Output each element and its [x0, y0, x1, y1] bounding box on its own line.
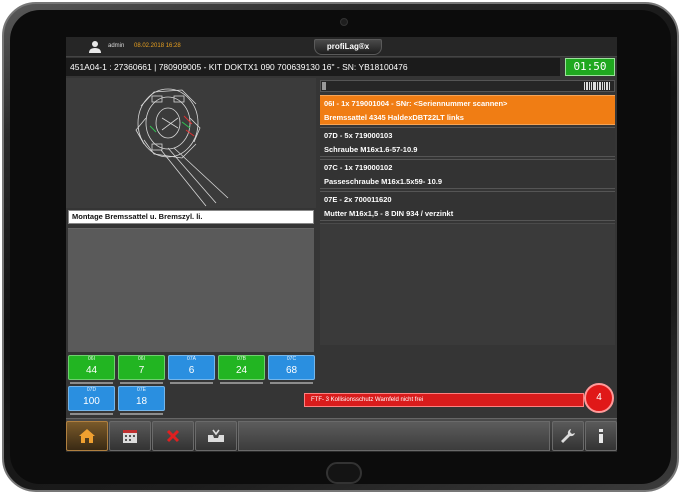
assembly-drawing	[66, 78, 316, 208]
tile-label: 07D	[86, 387, 97, 393]
counter-tile[interactable]: 07C 68	[268, 355, 315, 380]
cancel-icon	[166, 429, 180, 443]
info-button[interactable]	[585, 421, 617, 451]
tile-value: 44	[85, 365, 98, 376]
tile-label: 07C	[286, 356, 297, 362]
step-caption: Montage Bremssattel u. Bremszyl. li.	[68, 210, 314, 224]
user-name: admin	[108, 43, 125, 49]
camera-icon	[340, 18, 348, 26]
user-icon	[89, 41, 101, 53]
counter-tile[interactable]: 07E 18	[118, 386, 165, 411]
title-bar: admin 08.02.2018 16:28 profiLag®x	[66, 37, 617, 57]
counter-tile[interactable]: 07A 6	[168, 355, 215, 380]
tile-progress	[170, 382, 213, 384]
tile-progress	[220, 382, 263, 384]
counter-tile[interactable]: 07D 100	[68, 386, 115, 411]
barcode-icon	[584, 82, 610, 90]
tile-progress	[120, 413, 163, 415]
item-description: Mutter M16x1,5 - 8 DIN 934 / verzinkt	[324, 209, 454, 218]
item-description: Schraube M16x1.6-57-10.9	[324, 145, 418, 154]
tile-value: 18	[135, 396, 148, 407]
error-message[interactable]: FTF- 3 Kollisionsschutz Warnfeld nicht f…	[304, 393, 584, 407]
inbox-button[interactable]	[195, 421, 237, 451]
list-item[interactable]: 07D - 5x 719000103 Schraube M16x1.6-57-1…	[320, 127, 615, 157]
tile-label: 07A	[187, 356, 196, 362]
tile-label: 07E	[137, 387, 146, 393]
tile-progress	[120, 382, 163, 384]
item-part-line: 07E - 2x 700011620	[324, 195, 392, 204]
tile-value: 100	[83, 396, 100, 407]
tile-value: 7	[138, 365, 145, 376]
tile-label: 06I	[88, 356, 95, 362]
bottom-toolbar	[66, 418, 617, 452]
item-part-line: 07D - 5x 719000103	[324, 131, 393, 140]
list-item[interactable]: 07C - 1x 719000102 Passeschraube M16x1.5…	[320, 159, 615, 189]
tile-value: 68	[285, 365, 298, 376]
item-description: Bremssattel 4345 HaldexDBT22LT links	[324, 113, 464, 122]
part-list: 06I - 1x 719001004 - SNr: <Seriennummer …	[320, 95, 617, 345]
counter-tiles: 06I 44 06I 7 07A 6 07B 24 07C 68 07D 100	[66, 355, 316, 415]
cancel-button[interactable]	[152, 421, 194, 451]
tile-value: 6	[188, 365, 195, 376]
inbox-icon	[208, 429, 224, 442]
tile-label: 07B	[237, 356, 246, 362]
item-part-line: 06I - 1x 719001004 - SNr: <Seriennummer …	[324, 99, 508, 108]
scan-progress-fill	[322, 82, 326, 90]
error-count-badge[interactable]: 4	[584, 383, 614, 413]
tile-progress	[70, 413, 113, 415]
brand-logo: profiLag®x	[314, 39, 382, 55]
settings-button[interactable]	[552, 421, 584, 451]
calendar-button[interactable]	[109, 421, 151, 451]
item-description: Passeschraube M16x1.5x59- 10.9	[324, 177, 442, 186]
info-icon	[599, 429, 603, 443]
wrench-icon	[561, 429, 575, 443]
calendar-icon	[123, 430, 137, 443]
counter-tile[interactable]: 07B 24	[218, 355, 265, 380]
item-part-line: 07C - 1x 719000102	[324, 163, 393, 172]
tile-progress	[270, 382, 313, 384]
tile-value: 24	[235, 365, 248, 376]
counter-tile[interactable]: 06I 44	[68, 355, 115, 380]
brake-caliper-drawing	[135, 88, 229, 207]
cycle-timer: 01:50	[565, 58, 615, 76]
home-button[interactable]	[66, 421, 108, 451]
tablet-home-button[interactable]	[326, 462, 362, 484]
order-info: 451A04-1 : 27360661 | 780909005 - KIT DO…	[66, 58, 560, 76]
list-empty-area	[320, 223, 615, 345]
list-item[interactable]: 06I - 1x 719001004 - SNr: <Seriennummer …	[320, 95, 615, 125]
scan-progress-bar	[320, 80, 615, 92]
toolbar-spacer	[238, 421, 550, 451]
step-detail-panel	[68, 228, 314, 352]
tile-label: 06I	[138, 356, 145, 362]
timestamp: 08.02.2018 16:28	[134, 43, 181, 49]
app-screen: admin 08.02.2018 16:28 profiLag®x 451A04…	[66, 37, 617, 452]
counter-tile[interactable]: 06I 7	[118, 355, 165, 380]
home-icon	[79, 429, 95, 443]
list-item[interactable]: 07E - 2x 700011620 Mutter M16x1,5 - 8 DI…	[320, 191, 615, 221]
tile-progress	[70, 382, 113, 384]
